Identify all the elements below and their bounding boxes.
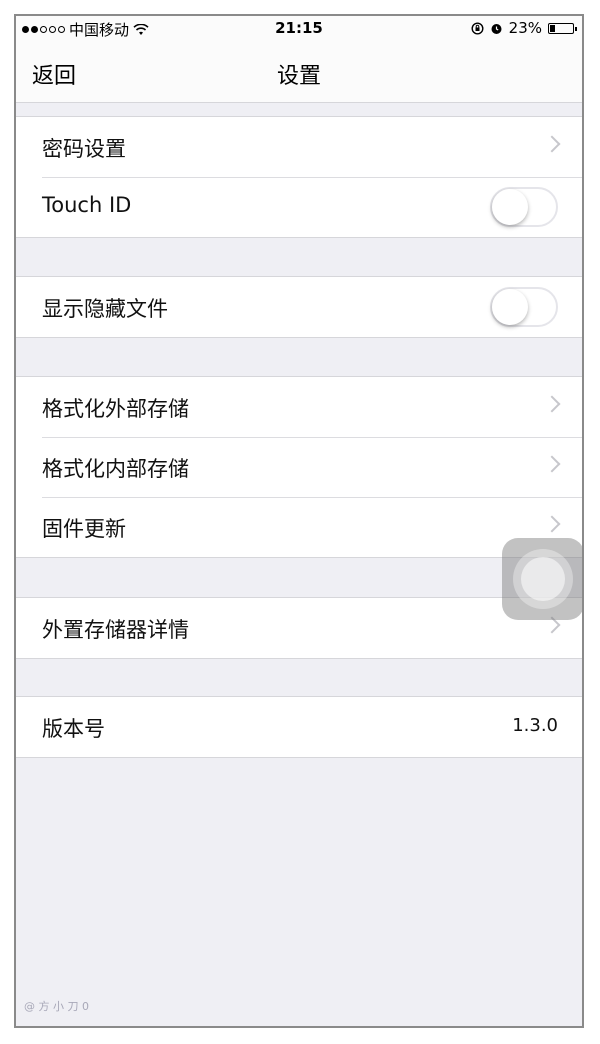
status-bar: 中国移动 21:15 23% — [16, 16, 582, 40]
battery-percent: 23% — [508, 19, 542, 37]
version-value: 1.3.0 — [512, 715, 558, 736]
alarm-icon — [491, 23, 502, 34]
chevron-right-icon — [543, 395, 561, 413]
settings-row-version: 版本号 1.3.0 — [16, 697, 582, 757]
settings-row-format-external[interactable]: 格式化外部存储 — [16, 377, 582, 437]
settings-row-firmware-update[interactable]: 固件更新 — [16, 497, 582, 557]
navigation-bar: 返回 设置 — [16, 40, 582, 103]
touch-id-toggle[interactable] — [490, 187, 558, 227]
show-hidden-files-toggle[interactable] — [490, 287, 558, 327]
chevron-right-icon — [543, 135, 561, 153]
settings-row-external-storage-details[interactable]: 外置存储器详情 — [16, 598, 582, 658]
watermark: @ 方 小 刀 0 — [24, 1000, 89, 1013]
row-label: 外置存储器详情 — [42, 618, 189, 642]
row-label: 显示隐藏文件 — [42, 297, 168, 321]
row-label: 版本号 — [42, 717, 105, 741]
settings-group-external-details: 外置存储器详情 — [16, 597, 582, 659]
row-label: 格式化外部存储 — [42, 397, 189, 421]
page-title: 设置 — [276, 64, 321, 89]
row-label: 格式化内部存储 — [42, 457, 189, 481]
rotation-lock-icon — [471, 21, 484, 35]
settings-row-show-hidden-files: 显示隐藏文件 — [16, 277, 582, 337]
settings-row-format-internal[interactable]: 格式化内部存储 — [16, 437, 582, 497]
settings-group-about: 版本号 1.3.0 — [16, 696, 582, 758]
phone-screen: 中国移动 21:15 23% 返回 设置 密码设置 Touch ID 显示隐藏文… — [14, 14, 584, 1028]
settings-group-security: 密码设置 Touch ID — [16, 116, 582, 238]
settings-row-password[interactable]: 密码设置 — [16, 117, 582, 177]
settings-row-touch-id: Touch ID — [16, 177, 582, 237]
assistive-touch-button[interactable] — [502, 538, 582, 620]
chevron-right-icon — [543, 455, 561, 473]
status-right: 23% — [471, 19, 577, 37]
settings-group-storage: 格式化外部存储 格式化内部存储 固件更新 — [16, 376, 582, 558]
chevron-right-icon — [543, 515, 561, 533]
row-label: 密码设置 — [42, 137, 126, 161]
battery-icon — [548, 22, 577, 34]
row-label: Touch ID — [42, 193, 132, 217]
row-label: 固件更新 — [42, 517, 126, 541]
settings-group-files: 显示隐藏文件 — [16, 276, 582, 338]
